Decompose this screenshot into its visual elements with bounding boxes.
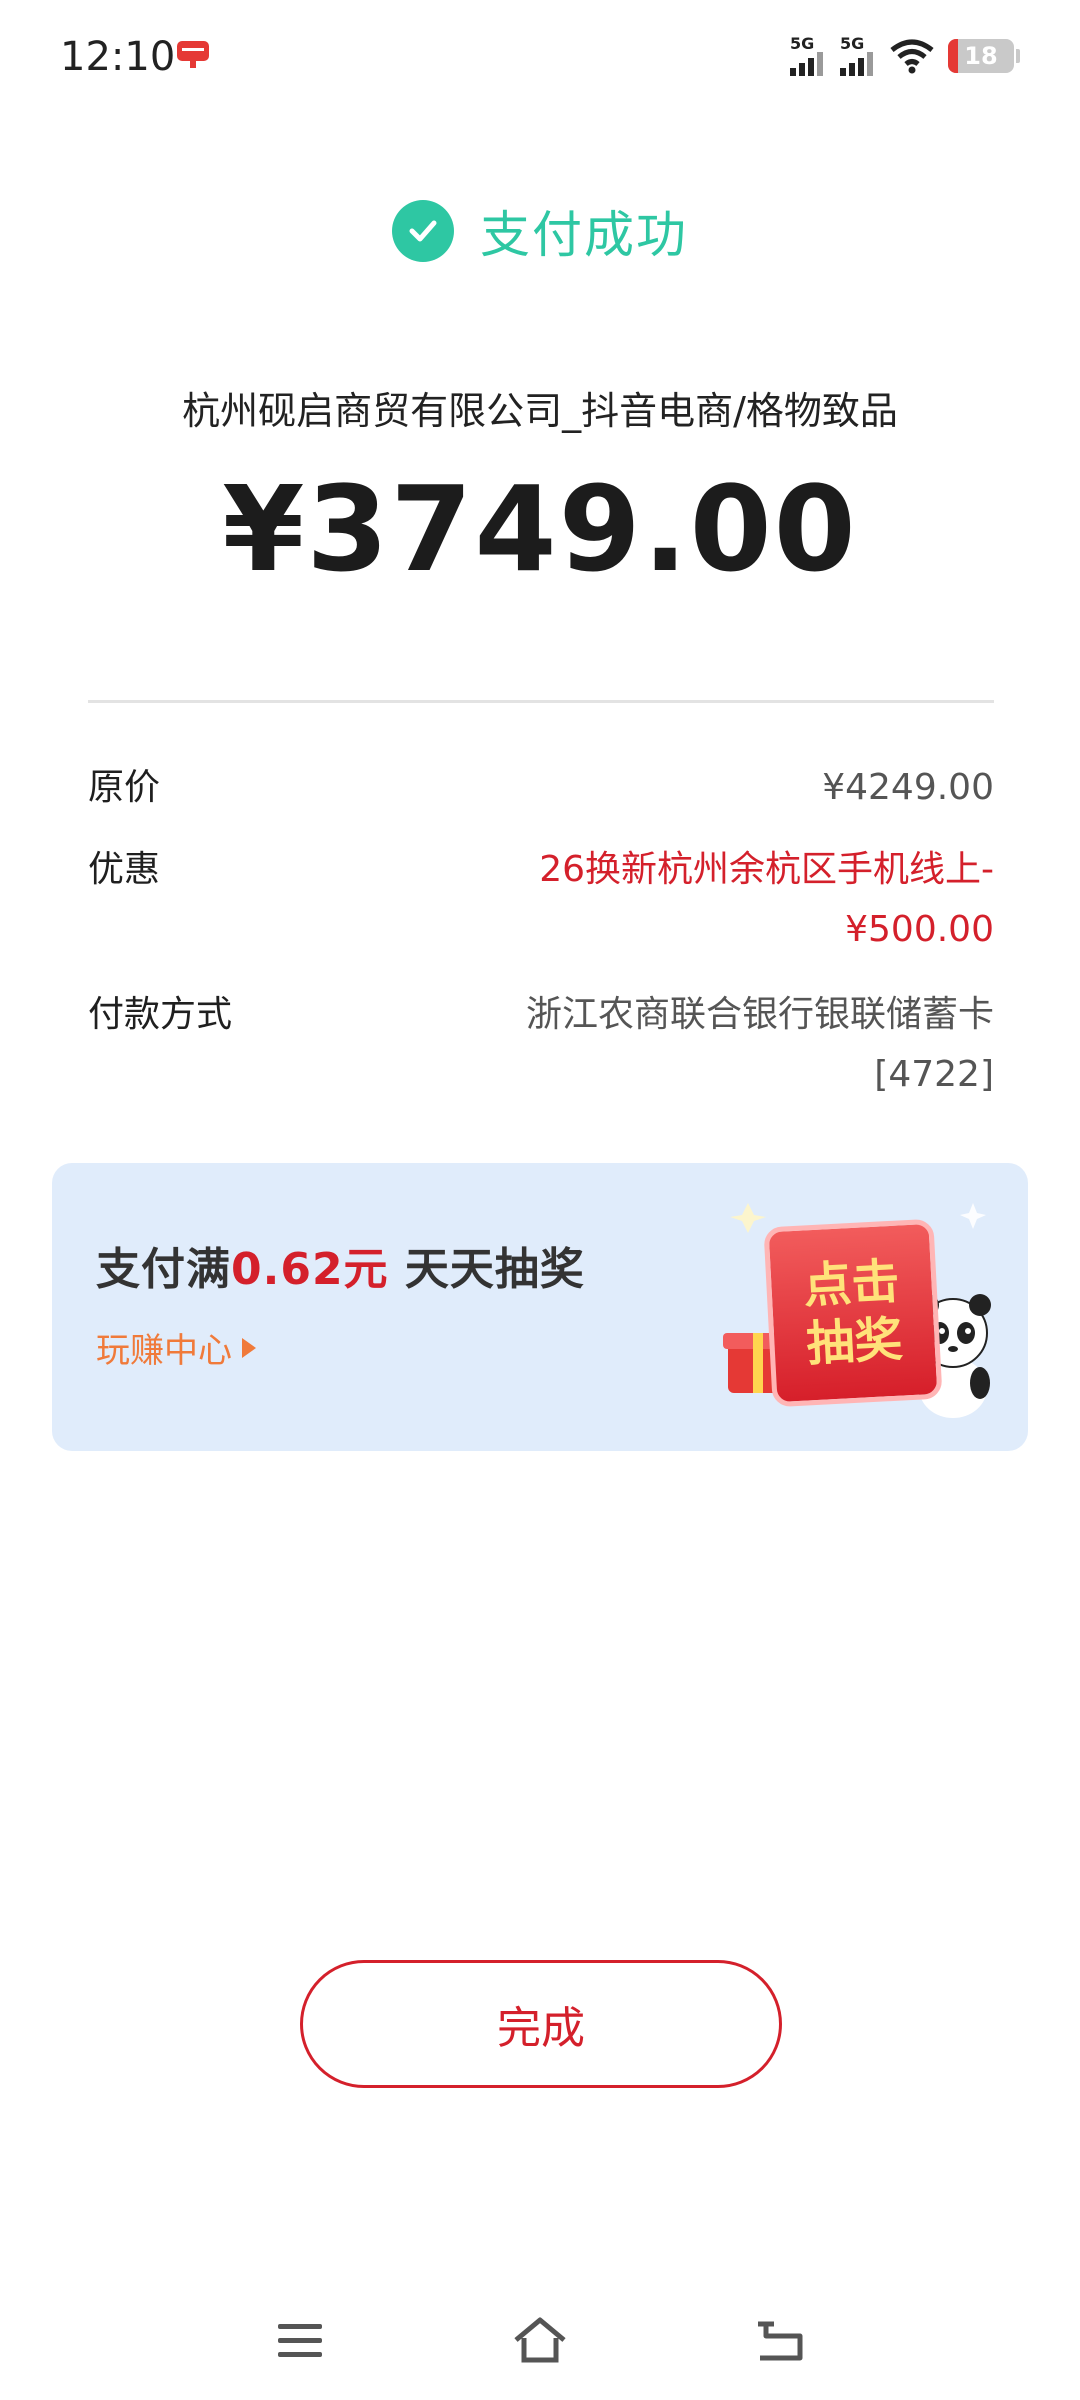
- promo-amount: 0.62元: [231, 1244, 389, 1295]
- discount-value-line1: 26换新杭州余杭区手机线上-: [539, 849, 994, 890]
- battery-icon: 18: [948, 39, 1014, 73]
- home-icon[interactable]: [510, 2310, 570, 2370]
- signal-2: 5G: [840, 36, 876, 76]
- menu-icon[interactable]: [270, 2310, 330, 2370]
- system-navigation-bar: [0, 2300, 1080, 2380]
- arrow-right-icon: [242, 1337, 256, 1358]
- success-header: 支付成功: [0, 195, 1080, 267]
- back-icon[interactable]: [750, 2310, 810, 2370]
- payment-amount: ¥3749.00: [222, 460, 858, 598]
- signal-1: 5G: [790, 36, 826, 76]
- payment-method-row: 付款方式 浙江农商联合银行银联储蓄卡 [4722]: [88, 985, 994, 1105]
- lottery-promo-banner[interactable]: 支付满0.62元 天天抽奖 玩赚中心 点击 抽奖: [52, 1163, 1028, 1451]
- status-time: 12:10: [60, 34, 176, 80]
- discount-row: 优惠 26换新杭州余杭区手机线上- ¥500.00: [88, 840, 994, 960]
- divider: [88, 700, 994, 703]
- status-bar: 12:10 5G 5G 18: [0, 0, 1080, 110]
- wifi-icon: [890, 39, 934, 74]
- payment-method-label: 付款方式: [88, 994, 233, 1035]
- payment-success-screen: 12:10 5G 5G 18 支付成功 杭州砚启商贸有限公司_抖音电商/格物致品…: [0, 0, 1080, 2400]
- payment-method-line1: 浙江农商联合银行银联储蓄卡: [525, 994, 994, 1035]
- success-title: 支付成功: [480, 206, 688, 264]
- check-circle-icon: [392, 200, 454, 262]
- battery-tip: [1016, 49, 1020, 63]
- original-price-value: ¥4249.00: [822, 767, 994, 808]
- status-icons: 5G 5G 18: [790, 34, 1020, 78]
- original-price-label: 原价: [88, 767, 161, 808]
- signal-bars-icon: [840, 52, 873, 76]
- app-notification-icon: [177, 41, 209, 68]
- lottery-illustration: 点击 抽奖: [718, 1173, 1008, 1443]
- lottery-button[interactable]: 点击 抽奖: [763, 1218, 943, 1408]
- signal-bars-icon: [790, 52, 823, 76]
- discount-value-line2: ¥500.00: [845, 909, 994, 950]
- merchant-name: 杭州砚启商贸有限公司_抖音电商/格物致品: [182, 389, 898, 433]
- promo-title: 支付满0.62元 天天抽奖: [96, 1244, 585, 1295]
- payment-method-value: 浙江农商联合银行银联储蓄卡 [4722]: [526, 985, 994, 1105]
- done-button[interactable]: 完成: [300, 1960, 782, 2088]
- discount-label: 优惠: [88, 849, 161, 890]
- play-earn-center-link[interactable]: 玩赚中心: [96, 1323, 256, 1372]
- payment-method-line2: [4722]: [874, 1054, 994, 1095]
- original-price-row: 原价 ¥4249.00: [88, 758, 994, 818]
- discount-value: 26换新杭州余杭区手机线上- ¥500.00: [539, 840, 994, 960]
